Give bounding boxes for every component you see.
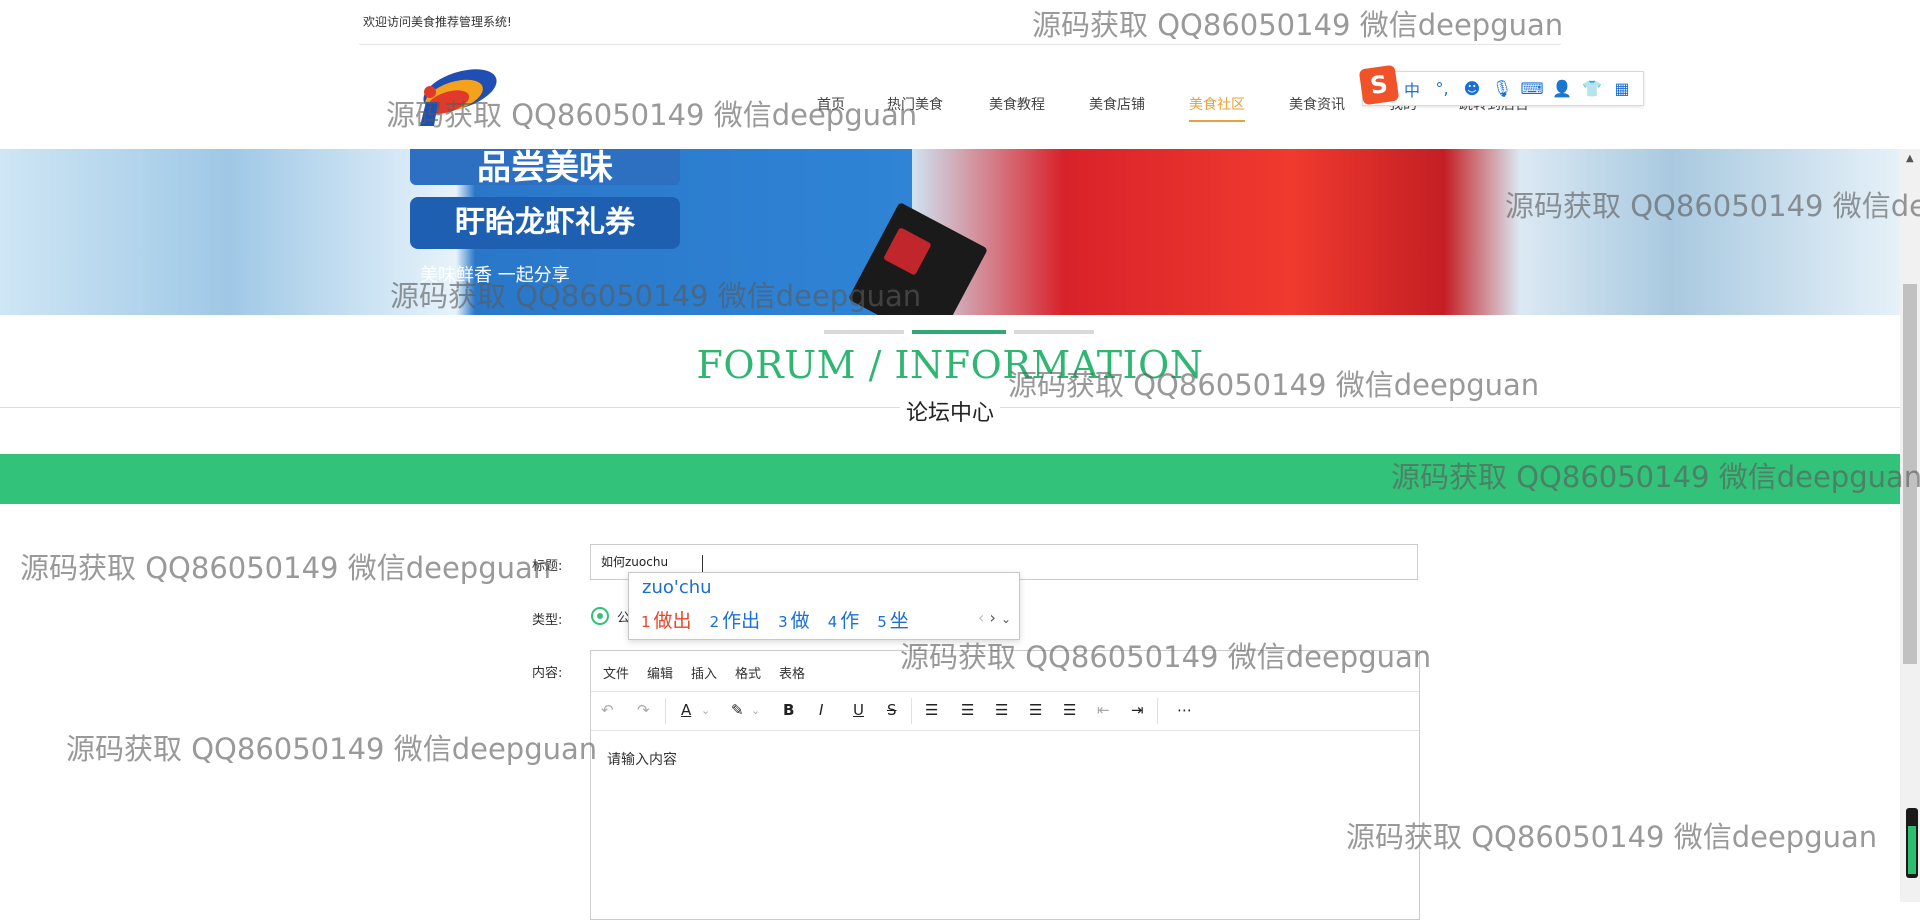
ime-page-arrows[interactable]: ‹ › ⌄ — [978, 608, 1011, 627]
menu-table[interactable]: 表格 — [779, 663, 805, 682]
outdent-icon[interactable]: ⇤ — [1097, 701, 1110, 719]
ime-logo-icon[interactable]: S — [1358, 64, 1400, 105]
font-color-icon[interactable]: A — [681, 701, 691, 719]
ime-candidate[interactable]: 1 做出 — [641, 606, 692, 633]
redo-icon[interactable]: ↷ — [637, 701, 650, 719]
page-scrollbar[interactable]: ▲ — [1900, 149, 1920, 902]
content-label: 内容: — [532, 666, 563, 681]
carousel-indicators — [824, 330, 1102, 334]
scroll-up-icon[interactable]: ▲ — [1906, 153, 1914, 164]
ime-candidate-popup[interactable]: zuo'chu 1 做出 2 作出 3做 4作 5坐 ‹ › ⌄ — [628, 572, 1020, 640]
more-icon[interactable]: ⋯ — [1177, 701, 1192, 719]
voucher-card-image — [848, 201, 988, 315]
top-welcome-bar: 欢迎访问美食推荐管理系统! — [359, 0, 1561, 45]
microphone-icon[interactable]: 🎙 — [1487, 79, 1517, 98]
italic-icon[interactable]: I — [819, 701, 823, 719]
welcome-text: 欢迎访问美食推荐管理系统! — [363, 15, 512, 29]
ime-pinyin: zuo'chu — [642, 577, 712, 598]
chevron-down-icon[interactable]: ⌄ — [751, 704, 760, 717]
site-logo[interactable] — [408, 62, 500, 132]
strikethrough-icon[interactable]: S — [887, 701, 897, 719]
editor-placeholder[interactable]: 请输入内容 — [607, 749, 677, 769]
menu-file[interactable]: 文件 — [603, 663, 629, 682]
green-divider-bar — [0, 454, 1900, 504]
nav-item-shops[interactable]: 美食店铺 — [1089, 94, 1145, 114]
carousel-dot[interactable] — [1014, 330, 1094, 334]
type-radio[interactable] — [591, 607, 609, 625]
volume-meter-icon — [1906, 808, 1918, 878]
menu-format[interactable]: 格式 — [735, 663, 761, 682]
align-left-icon[interactable]: ☰ — [961, 701, 974, 719]
nav-item-home[interactable]: 首页 — [817, 94, 845, 114]
nav-item-community[interactable]: 美食社区 — [1189, 94, 1245, 122]
underline-icon[interactable]: U — [853, 701, 864, 719]
ime-lang-toggle[interactable]: 中 — [1397, 77, 1427, 101]
editor-menubar: 文件 编辑 插入 格式 表格 — [591, 651, 1419, 692]
text-cursor — [702, 555, 703, 572]
title-label: 标题: — [532, 559, 563, 574]
skin-icon[interactable]: 👕 — [1577, 79, 1607, 98]
align-right-icon[interactable]: ☰ — [1029, 701, 1042, 719]
line-height-icon[interactable]: ☰ — [925, 701, 938, 719]
banner-headline: 品尝美味 — [410, 149, 680, 188]
promo-banner[interactable]: 品尝美味 盱眙龙虾礼券 美味鲜香 一起分享 — [0, 149, 1900, 315]
menu-edit[interactable]: 编辑 — [647, 663, 673, 682]
undo-icon[interactable]: ↶ — [601, 701, 614, 719]
watermark: 源码获取 QQ86050149 微信deepguan — [20, 551, 552, 585]
toolbox-icon[interactable]: ▦ — [1607, 79, 1637, 98]
chevron-down-icon[interactable]: ⌄ — [1001, 612, 1011, 626]
menu-insert[interactable]: 插入 — [691, 663, 717, 682]
align-center-icon[interactable]: ☰ — [995, 701, 1008, 719]
section-title: FORUM / INFORMATION — [696, 343, 1204, 387]
carousel-dot-active[interactable] — [912, 330, 1006, 334]
section-subtitle: 论坛中心 — [0, 395, 1900, 427]
indent-icon[interactable]: ⇥ — [1131, 701, 1144, 719]
nav-item-tutorials[interactable]: 美食教程 — [989, 94, 1045, 114]
chevron-left-icon[interactable]: ‹ — [978, 608, 984, 627]
chevron-right-icon[interactable]: › — [989, 608, 995, 627]
highlight-icon[interactable]: ✎ — [731, 701, 744, 719]
ime-candidate[interactable]: 4作 — [828, 606, 860, 633]
align-justify-icon[interactable]: ☰ — [1063, 701, 1076, 719]
emoji-icon[interactable]: ☻ — [1457, 79, 1487, 98]
banner-voucher-text: 盱眙龙虾礼券 — [410, 197, 680, 249]
bold-icon[interactable]: B — [783, 701, 794, 719]
type-label: 类型: — [532, 613, 563, 628]
editor-toolbar: ↶ ↷ A ⌄ ✎ ⌄ B I U S ☰ ☰ ☰ ☰ ☰ ⇤ ⇥ ⋯ — [591, 692, 1419, 731]
keyboard-icon[interactable]: ⌨ — [1517, 79, 1547, 98]
nav-item-news[interactable]: 美食资讯 — [1289, 94, 1345, 114]
user-icon[interactable]: 👤 — [1547, 79, 1577, 98]
banner-slogan: 美味鲜香 一起分享 — [420, 265, 570, 286]
scroll-thumb[interactable] — [1903, 284, 1917, 664]
chevron-down-icon[interactable]: ⌄ — [701, 704, 710, 717]
carousel-dot[interactable] — [824, 330, 904, 334]
ime-candidate[interactable]: 3做 — [778, 606, 810, 633]
watermark: 源码获取 QQ86050149 微信deepguan — [1346, 820, 1878, 854]
ime-candidate[interactable]: 5坐 — [877, 606, 909, 633]
nav-item-hot-food[interactable]: 热门美食 — [887, 94, 943, 114]
watermark: 源码获取 QQ86050149 微信deepguan — [66, 732, 598, 766]
rich-text-editor[interactable]: 文件 编辑 插入 格式 表格 ↶ ↷ A ⌄ ✎ ⌄ B I U S ☰ ☰ ☰… — [590, 650, 1420, 920]
ime-toolbar[interactable]: S 中 °, ☻ 🎙 ⌨ 👤 👕 ▦ — [1358, 64, 1644, 106]
ime-candidate[interactable]: 2 作出 — [710, 606, 761, 633]
ime-punct-toggle[interactable]: °, — [1427, 79, 1457, 98]
